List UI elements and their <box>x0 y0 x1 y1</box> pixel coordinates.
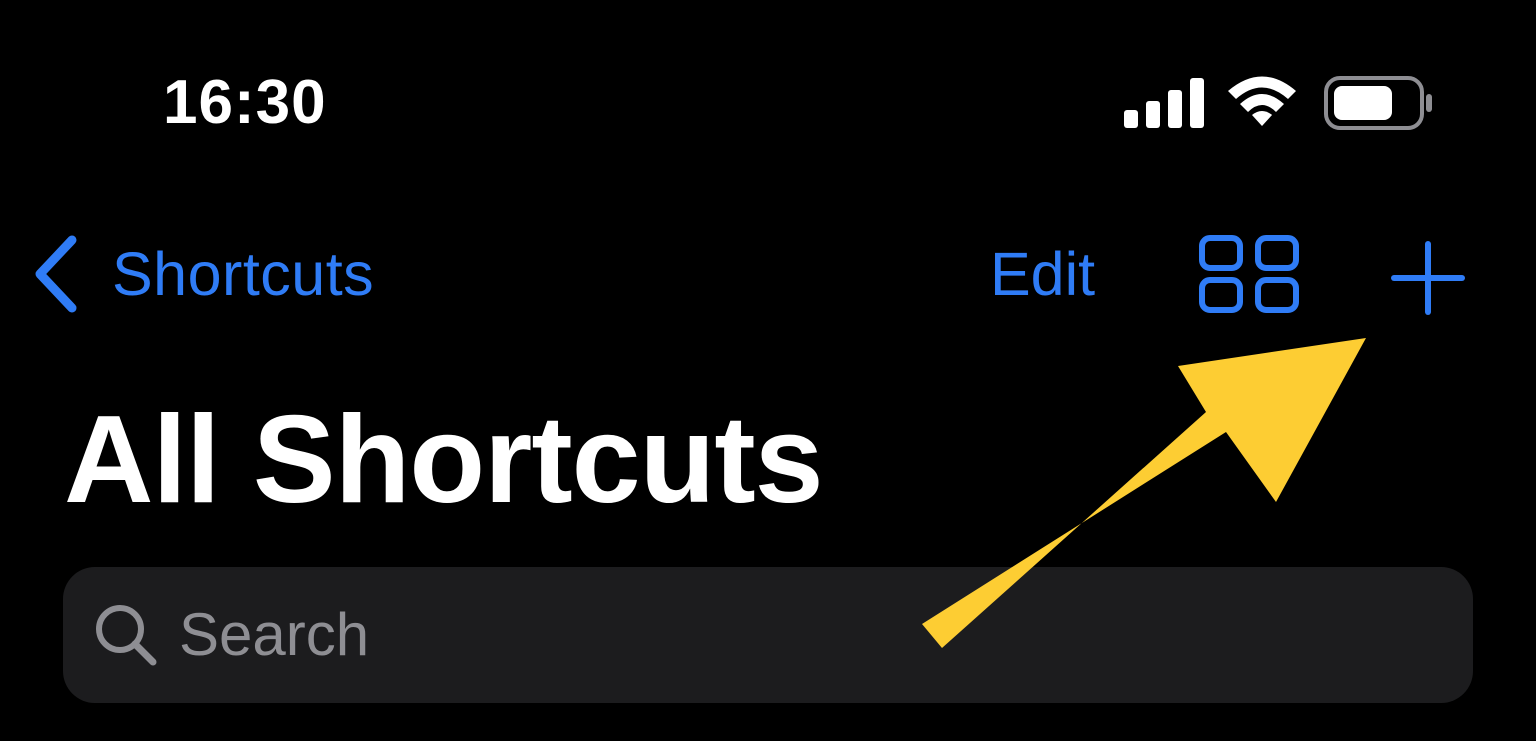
search-input[interactable]: Search <box>63 567 1473 703</box>
plus-icon[interactable] <box>1390 240 1466 316</box>
edit-button[interactable]: Edit <box>990 232 1095 316</box>
status-icons <box>1120 76 1440 132</box>
battery-icon <box>1324 76 1432 130</box>
chevron-left-icon <box>35 235 77 313</box>
search-icon <box>96 605 157 666</box>
status-time: 16:30 <box>163 68 327 137</box>
search-placeholder: Search <box>179 601 370 668</box>
wifi-icon <box>1228 76 1296 126</box>
back-button[interactable]: Shortcuts <box>30 232 374 316</box>
grid-view-icon[interactable] <box>1198 234 1300 314</box>
page-title: All Shortcuts <box>64 391 824 529</box>
cellular-signal-icon <box>1124 78 1204 128</box>
shortcuts-screen: 16:30 Shortcuts Edit All Shortcuts Searc… <box>0 0 1536 741</box>
back-button-label: Shortcuts <box>112 240 375 308</box>
